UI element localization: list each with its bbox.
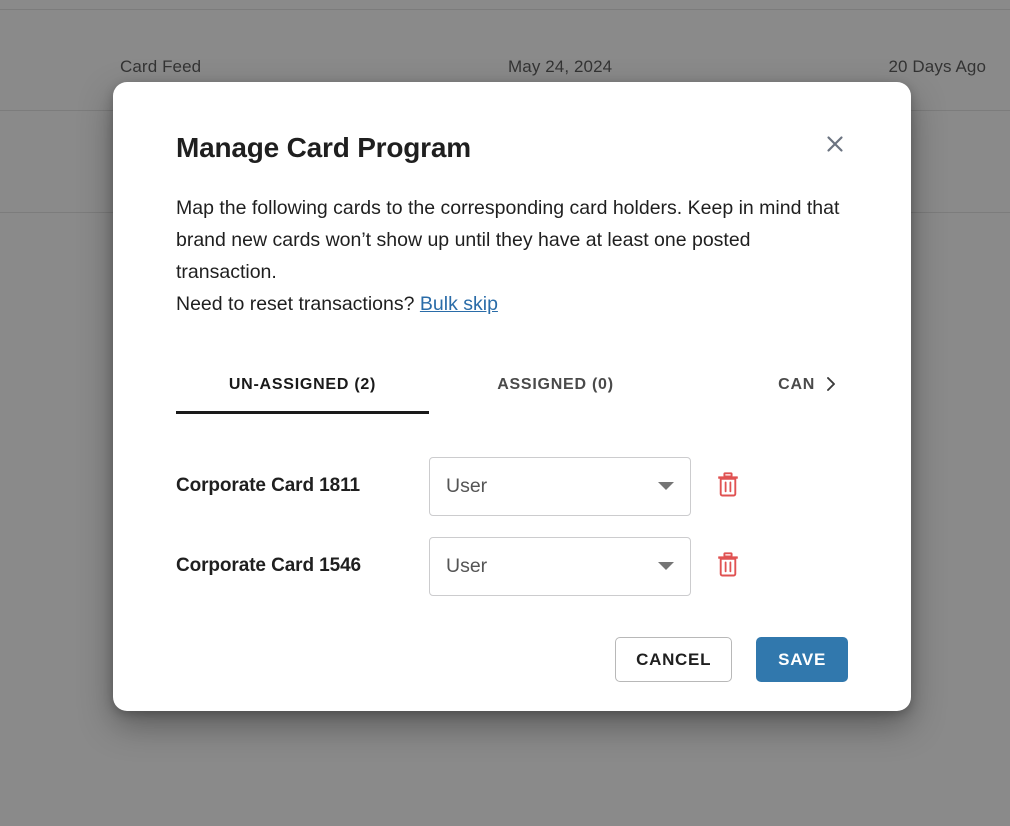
chevron-down-icon: [658, 562, 674, 570]
cancel-button[interactable]: CANCEL: [615, 637, 733, 682]
chevron-down-icon: [658, 482, 674, 490]
close-icon: [824, 133, 846, 155]
card-name-label: Corporate Card 1811: [176, 475, 360, 496]
page-title: Manage Card Program: [176, 132, 471, 163]
reset-prompt-line: Need to reset transactions? Bulk skip: [176, 288, 848, 320]
bulk-skip-link[interactable]: Bulk skip: [420, 293, 498, 315]
trash-icon: [717, 472, 739, 500]
assignee-select-value: User: [446, 474, 488, 497]
assignee-select-2[interactable]: User: [429, 536, 691, 596]
tab-scroll-right-button[interactable]: [814, 356, 848, 414]
chevron-right-icon: [823, 374, 839, 397]
table-row: Corporate Card 1546 User: [176, 536, 848, 596]
card-assignment-list: Corporate Card 1811 User Corporate Card …: [176, 456, 848, 616]
tabs: UN-ASSIGNED (2) ASSIGNED (0) CANCE: [176, 356, 848, 414]
card-name-label: Corporate Card 1546: [176, 555, 362, 576]
manage-card-program-dialog: Manage Card Program Map the following ca…: [113, 82, 911, 711]
reset-prompt-text: Need to reset transactions?: [176, 293, 420, 315]
assignee-select-1[interactable]: User: [429, 456, 691, 516]
delete-card-button-1[interactable]: [715, 471, 741, 501]
save-button[interactable]: SAVE: [756, 637, 848, 682]
tab-assigned[interactable]: ASSIGNED (0): [429, 356, 682, 414]
dialog-footer: CANCEL SAVE: [176, 637, 848, 711]
dialog-header: Manage Card Program: [176, 82, 848, 162]
tab-un-assigned[interactable]: UN-ASSIGNED (2): [176, 356, 429, 414]
tab-cancelled[interactable]: CANCE: [682, 356, 814, 414]
dialog-description: Map the following cards to the correspon…: [176, 192, 848, 320]
trash-icon: [717, 552, 739, 580]
tabs-scroller: UN-ASSIGNED (2) ASSIGNED (0) CANCE: [176, 356, 814, 414]
close-button[interactable]: [819, 128, 851, 160]
description-paragraph: Map the following cards to the correspon…: [176, 197, 840, 283]
app-root: Card Feed May 24, 2024 20 Days Ago Manag…: [0, 0, 1010, 826]
table-row: Corporate Card 1811 User: [176, 456, 848, 516]
delete-card-button-2[interactable]: [715, 551, 741, 581]
assignee-select-value: User: [446, 554, 488, 577]
